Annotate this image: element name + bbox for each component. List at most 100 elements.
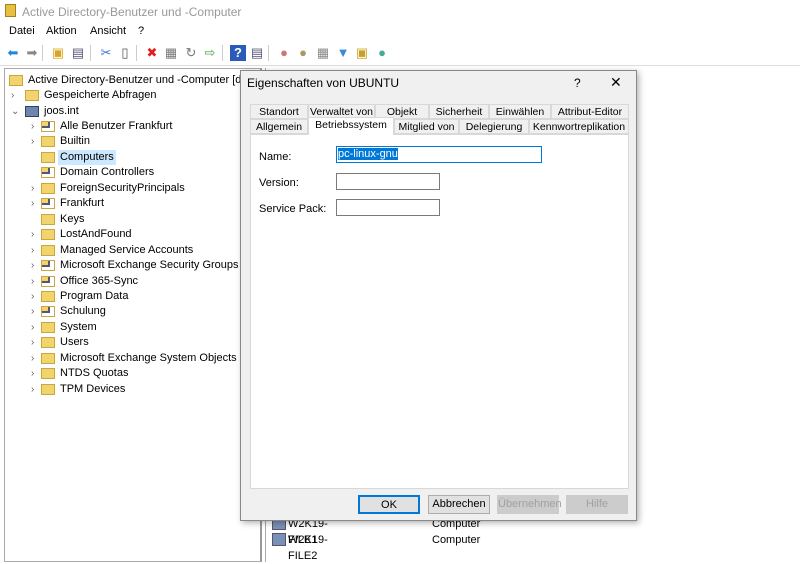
help-dialog-button[interactable]: Hilfe xyxy=(566,495,628,514)
chevron-right-icon[interactable]: › xyxy=(31,289,41,304)
folder-icon xyxy=(41,383,55,395)
tree-item[interactable]: › System xyxy=(5,320,255,335)
title-bar: Active Directory-Benutzer und -Computer xyxy=(0,0,800,22)
tab-allgemein[interactable]: Allgemein xyxy=(250,119,308,134)
tree-item[interactable]: ⌄ joos.int xyxy=(5,104,255,119)
delegate-icon[interactable]: ● xyxy=(374,45,390,61)
menu-bar: Datei Aktion Ansicht ? xyxy=(0,22,800,40)
tree-item[interactable]: › Alle Benutzer Frankfurt xyxy=(5,119,255,134)
tree-item-label: Active Directory-Benutzer und -Computer … xyxy=(28,74,253,86)
forward-icon[interactable]: ➡ xyxy=(24,45,40,61)
new-group-icon[interactable]: ● xyxy=(295,45,311,61)
cancel-button[interactable]: Abbrechen xyxy=(428,495,490,514)
tree-item[interactable]: Active Directory-Benutzer und -Computer … xyxy=(5,73,255,88)
new-ou-icon[interactable]: ▦ xyxy=(315,45,331,61)
tab-standort[interactable]: Standort xyxy=(250,104,308,119)
paste-icon[interactable]: ▯ xyxy=(117,45,133,61)
tree-item[interactable]: › Schulung xyxy=(5,304,255,319)
chevron-right-icon[interactable]: › xyxy=(31,335,41,350)
name-field[interactable]: pc-linux-gnu xyxy=(336,146,542,163)
service-pack-field[interactable] xyxy=(336,199,440,216)
version-label: Version: xyxy=(259,177,299,189)
properties-dialog: Eigenschaften von UBUNTU ? ✕ Name: pc-li… xyxy=(240,70,637,521)
tree-item[interactable]: › TPM Devices xyxy=(5,382,255,397)
ou-folder-icon xyxy=(41,198,55,210)
tab-attribut-editor[interactable]: Attribut-Editor xyxy=(551,104,629,119)
menu-ansicht[interactable]: Ansicht xyxy=(90,25,126,37)
chevron-right-icon[interactable]: › xyxy=(31,243,41,258)
show-tree-icon[interactable]: ▤ xyxy=(70,45,86,61)
tab-sicherheit[interactable]: Sicherheit xyxy=(429,104,489,119)
add-to-group-icon[interactable]: ▣ xyxy=(354,45,370,61)
tree-item[interactable]: › NTDS Quotas xyxy=(5,366,255,381)
tree-item[interactable]: › Gespeicherte Abfragen xyxy=(5,88,255,103)
tree-item[interactable]: › Program Data xyxy=(5,289,255,304)
name-label: Name: xyxy=(259,151,292,163)
menu-help[interactable]: ? xyxy=(138,25,144,37)
folder-icon xyxy=(41,182,55,194)
chevron-right-icon[interactable]: › xyxy=(11,88,21,103)
chevron-right-icon[interactable]: › xyxy=(31,181,41,196)
tab-betriebssystem[interactable]: Betriebssystem xyxy=(308,117,394,135)
tab-kennwortreplikation[interactable]: Kennwortreplikation xyxy=(529,119,629,134)
tree-item[interactable]: › ForeignSecurityPrincipals xyxy=(5,181,255,196)
ou-folder-icon xyxy=(41,275,55,287)
tree-item[interactable]: › Microsoft Exchange System Objects xyxy=(5,351,255,366)
chevron-right-icon[interactable]: › xyxy=(31,366,41,381)
folder-icon xyxy=(41,321,55,333)
chevron-right-icon[interactable]: › xyxy=(31,196,41,211)
properties-icon[interactable]: ▦ xyxy=(163,45,179,61)
computer-icon xyxy=(272,533,286,546)
version-field[interactable] xyxy=(336,173,440,190)
tab-delegierung[interactable]: Delegierung xyxy=(459,119,529,134)
chevron-right-icon[interactable]: › xyxy=(31,258,41,273)
chevron-down-icon[interactable]: ⌄ xyxy=(11,104,21,119)
ok-button[interactable]: OK xyxy=(358,495,420,514)
ou-folder-icon xyxy=(41,306,55,318)
tree-item[interactable]: › Builtin xyxy=(5,134,255,149)
tab-content: Name: pc-linux-gnu Version: Service Pack… xyxy=(250,134,629,489)
tree-item-label: System xyxy=(60,320,97,333)
close-button[interactable]: ✕ xyxy=(610,74,622,91)
tree-item[interactable]: › Frankfurt xyxy=(5,196,255,211)
tree-pane: Active Directory-Benutzer und -Computer … xyxy=(4,68,262,562)
help-icon[interactable]: ? xyxy=(230,45,246,61)
up-folder-icon[interactable]: ▣ xyxy=(50,45,66,61)
filter-icon[interactable]: ▼ xyxy=(335,45,351,61)
chevron-right-icon[interactable]: › xyxy=(31,304,41,319)
tab-einw-hlen[interactable]: Einwählen xyxy=(489,104,551,119)
refresh-icon[interactable]: ↻ xyxy=(183,45,199,61)
chevron-right-icon[interactable]: › xyxy=(31,274,41,289)
chevron-right-icon[interactable]: › xyxy=(31,320,41,335)
toolbar-separator xyxy=(268,45,269,61)
tree-item[interactable]: Computers xyxy=(5,149,255,165)
apply-button[interactable]: Übernehmen xyxy=(497,495,562,514)
tree-item[interactable]: › Managed Service Accounts xyxy=(5,243,255,258)
tree-item[interactable]: Keys xyxy=(5,212,255,227)
folder-icon xyxy=(41,229,55,241)
chevron-right-icon[interactable]: › xyxy=(31,119,41,134)
cut-icon[interactable]: ✂ xyxy=(98,45,114,61)
delete-icon[interactable]: ✖ xyxy=(144,45,160,61)
console-icon[interactable]: ▤ xyxy=(249,45,265,61)
tree-item[interactable]: › Microsoft Exchange Security Groups xyxy=(5,258,255,273)
tree-item[interactable]: Domain Controllers xyxy=(5,165,255,180)
chevron-right-icon[interactable]: › xyxy=(31,351,41,366)
chevron-right-icon[interactable]: › xyxy=(31,134,41,149)
tab-mitglied-von[interactable]: Mitglied von xyxy=(394,119,459,134)
tree-item-label: NTDS Quotas xyxy=(60,367,129,380)
toolbar-separator xyxy=(42,45,43,61)
back-icon[interactable]: ⬅ xyxy=(5,45,21,61)
tree-item[interactable]: › LostAndFound xyxy=(5,227,255,242)
export-icon[interactable]: ⇨ xyxy=(202,45,218,61)
help-button[interactable]: ? xyxy=(574,76,581,90)
chevron-right-icon[interactable]: › xyxy=(31,382,41,397)
new-user-icon[interactable]: ● xyxy=(276,45,292,61)
tree-item[interactable]: › Users xyxy=(5,335,255,350)
folder-icon xyxy=(9,75,23,86)
menu-aktion[interactable]: Aktion xyxy=(46,25,77,37)
tree-item[interactable]: › Office 365-Sync xyxy=(5,274,255,289)
folder-icon xyxy=(41,151,55,163)
chevron-right-icon[interactable]: › xyxy=(31,227,41,242)
menu-datei[interactable]: Datei xyxy=(9,25,35,37)
